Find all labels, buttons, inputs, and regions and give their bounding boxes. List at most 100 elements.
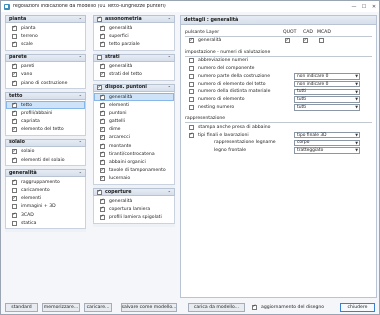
mcad-checkbox[interactable] — [319, 38, 324, 44]
chevron-up-icon[interactable]: ⌃ — [79, 140, 82, 145]
list-item[interactable]: pareti — [6, 63, 85, 71]
item-checkbox[interactable] — [100, 102, 105, 108]
chevron-up-icon[interactable]: ⌃ — [168, 85, 171, 90]
layer-row-checkbox[interactable] — [189, 38, 194, 44]
maximize-icon[interactable]: ☐ — [359, 2, 369, 11]
group-header-strati[interactable]: strati ⌃ — [93, 53, 175, 62]
chevron-down-icon[interactable]: ▼ — [355, 141, 358, 145]
minimize-icon[interactable]: — — [349, 2, 359, 11]
item-checkbox[interactable] — [12, 179, 17, 185]
item-checkbox[interactable] — [100, 214, 105, 220]
list-item[interactable]: statica — [6, 219, 85, 227]
list-item[interactable]: tetto parziale — [94, 40, 174, 48]
standard-button[interactable]: standard — [5, 303, 38, 312]
chevron-up-icon[interactable]: ⌃ — [79, 171, 82, 176]
list-item[interactable]: tiranti/controcatena — [94, 150, 174, 158]
item-checkbox[interactable] — [100, 168, 105, 174]
item-checkbox[interactable] — [12, 212, 17, 218]
option-checkbox[interactable] — [189, 132, 194, 138]
close-icon[interactable]: ✕ — [369, 2, 379, 11]
chevron-up-icon[interactable]: ⌃ — [168, 17, 171, 22]
list-item[interactable]: montante — [94, 142, 174, 150]
memorize-button[interactable]: memorizzare... — [42, 303, 80, 312]
option-checkbox[interactable] — [189, 58, 194, 64]
item-checkbox[interactable] — [100, 94, 105, 100]
list-item[interactable]: generalità — [94, 92, 174, 102]
group-header-generalit[interactable]: generalità ⌃ — [5, 169, 86, 178]
group-header-tetto[interactable]: tetto ⌃ — [5, 92, 86, 101]
chevron-up-icon[interactable]: ⌃ — [168, 55, 171, 60]
list-item[interactable]: elementi — [94, 101, 174, 109]
group-header-solaio[interactable]: solaio ⌃ — [5, 138, 86, 147]
update-drawing-checkbox[interactable] — [252, 305, 257, 310]
item-checkbox[interactable] — [100, 127, 105, 133]
list-item[interactable]: capriata — [6, 118, 85, 126]
option-dropdown[interactable]: corpo ▼ — [294, 139, 360, 147]
list-item[interactable]: arcarecci — [94, 134, 174, 142]
group-header-pianta[interactable]: pianta ⌃ — [5, 15, 86, 23]
option-dropdown[interactable]: tutti ▼ — [294, 96, 360, 103]
group-header-dispos-puntoni[interactable]: dispos. puntoni ⌃ — [93, 83, 175, 92]
item-checkbox[interactable] — [100, 119, 105, 125]
chevron-up-icon[interactable]: ⌃ — [79, 17, 82, 22]
list-item[interactable]: tetto — [6, 101, 85, 110]
list-item[interactable]: immagini + 3D — [6, 203, 85, 211]
item-checkbox[interactable] — [12, 33, 17, 39]
item-checkbox[interactable] — [100, 151, 105, 157]
option-checkbox[interactable] — [189, 81, 194, 87]
option-checkbox[interactable] — [189, 89, 194, 95]
item-checkbox[interactable] — [12, 220, 17, 226]
item-checkbox[interactable] — [12, 72, 17, 78]
group-header-parete[interactable]: parete ⌃ — [5, 53, 86, 62]
option-dropdown[interactable]: tutti ▼ — [294, 104, 360, 111]
list-item[interactable]: strati del tetto — [94, 71, 174, 79]
item-checkbox[interactable] — [12, 64, 17, 70]
list-item[interactable]: gattelli — [94, 118, 174, 126]
group-header-coperture[interactable]: coperture ⌃ — [93, 188, 175, 196]
chevron-down-icon[interactable]: ▼ — [355, 90, 358, 94]
list-item[interactable]: abbaini organici — [94, 158, 174, 166]
chevron-up-icon[interactable]: ⌃ — [168, 190, 171, 195]
list-item[interactable]: terreno — [6, 32, 85, 40]
group-checkbox[interactable] — [97, 16, 102, 22]
item-checkbox[interactable] — [100, 160, 105, 166]
item-checkbox[interactable] — [100, 176, 105, 182]
item-checkbox[interactable] — [12, 188, 17, 194]
list-item[interactable]: piano di costruzione — [6, 79, 85, 87]
list-item[interactable]: elemento del tetto — [6, 126, 85, 134]
item-checkbox[interactable] — [12, 119, 17, 125]
item-checkbox[interactable] — [100, 25, 105, 31]
list-item[interactable]: vano — [6, 71, 85, 79]
item-checkbox[interactable] — [100, 143, 105, 149]
chevron-up-icon[interactable]: ⌃ — [79, 55, 82, 60]
item-checkbox[interactable] — [12, 102, 17, 108]
chevron-down-icon[interactable]: ▼ — [355, 133, 358, 137]
option-dropdown[interactable]: non indicare 0 ▼ — [294, 80, 360, 88]
list-item[interactable]: pianta — [6, 24, 85, 32]
group-header-assonometria[interactable]: assonometria ⌃ — [93, 15, 175, 23]
option-checkbox[interactable] — [189, 124, 194, 130]
list-item[interactable]: caricamento — [6, 186, 85, 194]
item-checkbox[interactable] — [12, 110, 17, 116]
option-dropdown[interactable]: tratteggiato ▼ — [294, 147, 360, 154]
load-from-model-button[interactable]: carica da modello... — [188, 303, 245, 312]
item-checkbox[interactable] — [100, 33, 105, 39]
chevron-down-icon[interactable]: ▼ — [355, 148, 358, 152]
item-checkbox[interactable] — [12, 25, 17, 31]
item-checkbox[interactable] — [100, 110, 105, 116]
chevron-down-icon[interactable]: ▼ — [355, 97, 358, 101]
item-checkbox[interactable] — [12, 41, 17, 47]
group-checkbox[interactable] — [97, 55, 102, 61]
list-item[interactable]: lucernaio — [94, 175, 174, 183]
chevron-down-icon[interactable]: ▼ — [355, 74, 358, 78]
group-checkbox[interactable] — [97, 189, 102, 195]
item-checkbox[interactable] — [100, 198, 105, 204]
option-dropdown[interactable]: tipo finale 3D ▼ — [294, 131, 360, 139]
list-item[interactable]: tavole di tamponamento — [94, 167, 174, 175]
list-item[interactable]: scale — [6, 40, 85, 48]
item-checkbox[interactable] — [12, 127, 17, 133]
quot-checkbox[interactable] — [285, 38, 290, 44]
item-checkbox[interactable] — [12, 157, 17, 163]
chevron-up-icon[interactable]: ⌃ — [79, 94, 82, 99]
option-checkbox[interactable] — [189, 73, 194, 79]
